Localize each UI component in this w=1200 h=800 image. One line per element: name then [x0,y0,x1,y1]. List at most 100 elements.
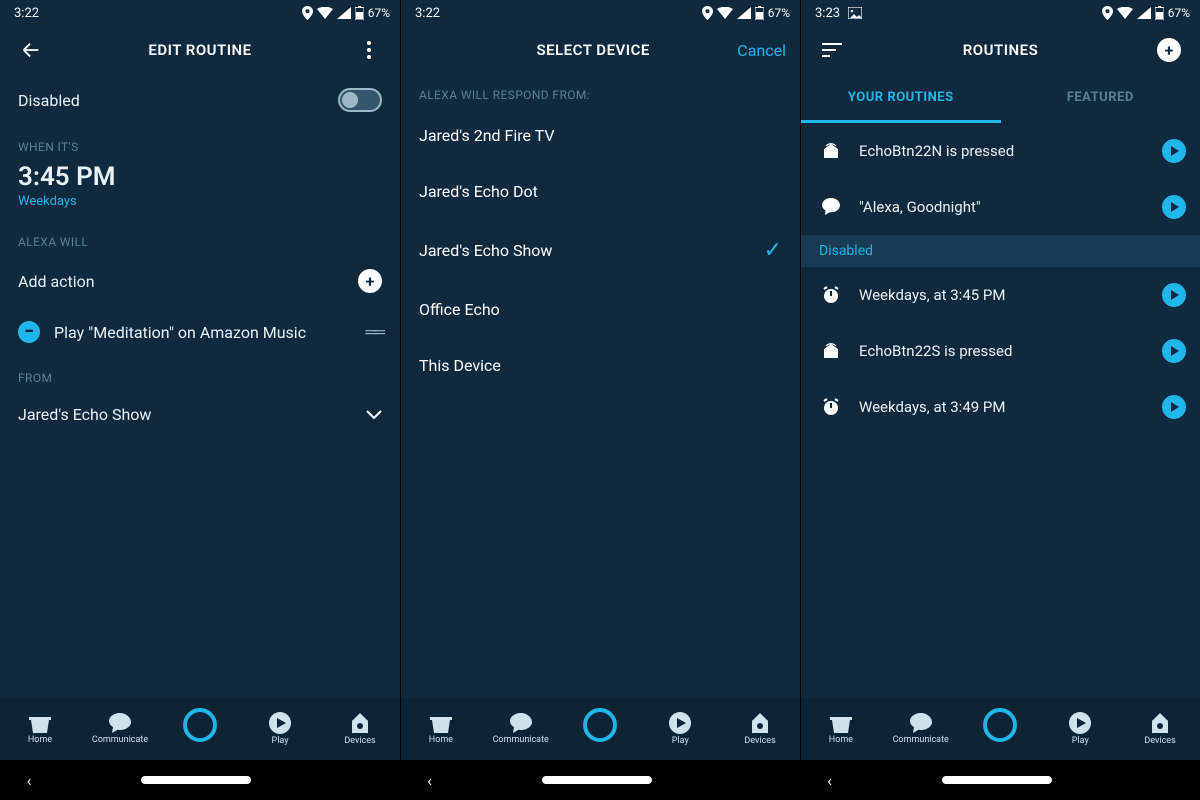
system-back-button[interactable]: ‹ [27,771,32,790]
app-bottom-nav: Home Communicate Play Devices [401,698,800,760]
cancel-button[interactable]: Cancel [737,41,786,60]
system-back-button[interactable]: ‹ [827,771,832,790]
nav-devices[interactable]: Devices [1120,698,1200,760]
alexa-icon [583,708,617,742]
device-row[interactable]: Jared's Echo Show✓ [401,220,800,282]
routine-label: Weekdays, at 3:45 PM [859,286,1146,304]
routine-row[interactable]: EchoBtn22S is pressed [801,323,1200,379]
android-nav-bar: ‹ [801,760,1200,800]
nav-home[interactable]: Home [0,698,80,760]
nav-play[interactable]: Play [1040,698,1120,760]
system-back-button[interactable]: ‹ [427,771,432,790]
communicate-icon [910,713,932,733]
tab-your-routines[interactable]: YOUR ROUTINES [801,74,1001,120]
location-icon [302,6,313,20]
nav-home[interactable]: Home [801,698,881,760]
add-action-label: Add action [18,272,95,291]
when-days: Weekdays [0,192,400,221]
routines-tabs: YOUR ROUTINES FEATURED [801,74,1200,120]
routine-row[interactable]: Weekdays, at 3:49 PM [801,379,1200,435]
wifi-icon [317,7,333,19]
play-routine-button[interactable] [1162,339,1186,363]
wifi-icon [1117,7,1133,19]
disabled-row: Disabled [0,74,400,126]
status-time: 3:22 [415,6,440,21]
battery-percent: 67% [1168,6,1190,20]
routine-row[interactable]: Weekdays, at 3:45 PM [801,267,1200,323]
play-nav-icon [669,712,691,734]
battery-percent: 67% [368,6,390,20]
action-row[interactable]: − Play "Meditation" on Amazon Music ══ [0,307,400,357]
nav-alexa[interactable] [160,698,240,760]
tab-featured[interactable]: FEATURED [1001,74,1200,120]
device-name: Jared's Echo Dot [419,182,538,201]
device-row[interactable]: This Device [401,338,800,394]
disabled-label: Disabled [18,91,80,110]
nav-play[interactable]: Play [640,698,720,760]
play-routine-button[interactable] [1162,139,1186,163]
system-home-pill[interactable] [542,776,652,784]
when-time: 3:45 PM [18,162,116,192]
nav-alexa[interactable] [961,698,1041,760]
nav-communicate[interactable]: Communicate [80,698,160,760]
android-status-bar: 3:22 67% [401,0,800,26]
nav-communicate[interactable]: Communicate [881,698,961,760]
status-time: 3:22 [14,6,39,21]
system-home-pill[interactable] [141,776,251,784]
when-time-row[interactable]: 3:45 PM [0,160,400,192]
remove-icon[interactable]: − [18,321,40,343]
device-row[interactable]: Jared's Echo Dot [401,164,800,220]
nav-alexa[interactable] [561,698,641,760]
page-title: EDIT ROUTINE [48,41,352,59]
hamburger-button[interactable] [815,43,849,57]
device-name: This Device [419,356,501,375]
overflow-menu-button[interactable] [352,41,386,59]
routine-label: "Alexa, Goodnight" [859,198,1146,216]
add-routine-button[interactable]: + [1152,38,1186,62]
drag-handle-icon[interactable]: ══ [365,322,382,342]
enable-toggle[interactable] [338,88,382,112]
app-bottom-nav: Home Communicate Play Devices [801,698,1200,760]
nav-play[interactable]: Play [240,698,320,760]
play-routine-button[interactable] [1162,283,1186,307]
nav-communicate[interactable]: Communicate [481,698,561,760]
android-status-bar: 3:22 67% [0,0,400,26]
picture-notif-icon [848,7,862,19]
play-nav-icon [1069,712,1091,734]
plus-icon: + [1157,38,1181,62]
play-routine-button[interactable] [1162,195,1186,219]
routine-label: EchoBtn22N is pressed [859,142,1146,160]
from-device-row[interactable]: Jared's Echo Show [0,391,400,438]
screen-routines: 3:23 67% ROUTINES + YOUR ROUTINES FEATUR… [800,0,1200,800]
device-row[interactable]: Office Echo [401,282,800,338]
when-section-label: WHEN IT'S [0,126,400,160]
nav-home[interactable]: Home [401,698,481,760]
nav-devices[interactable]: Devices [720,698,800,760]
status-icons: 67% [302,6,390,20]
routine-row[interactable]: "Alexa, Goodnight" [801,179,1200,235]
battery-icon [355,6,364,20]
add-action-row[interactable]: Add action + [0,255,400,307]
play-routine-button[interactable] [1162,395,1186,419]
routine-label: EchoBtn22S is pressed [859,342,1146,360]
chevron-down-icon [366,410,382,420]
system-home-pill[interactable] [942,776,1052,784]
from-label: FROM [0,357,400,391]
screen-edit-routine: 3:22 67% EDIT ROUTINE Disabled WHEN IT'S… [0,0,400,800]
device-name: Jared's 2nd Fire TV [419,126,555,145]
device-row[interactable]: Jared's 2nd Fire TV [401,108,800,164]
back-button[interactable] [14,39,48,61]
content: Disabled WHEN IT'S 3:45 PM Weekdays ALEX… [0,74,400,698]
content: EchoBtn22N is pressed "Alexa, Goodnight"… [801,123,1200,698]
alexa-icon [183,708,217,742]
home-icon [29,713,51,733]
respond-from-label: ALEXA WILL RESPOND FROM: [401,74,800,108]
android-nav-bar: ‹ [0,760,400,800]
cell-signal-icon [1137,7,1151,19]
echo-button-icon [819,141,843,161]
location-icon [1102,6,1113,20]
content: ALEXA WILL RESPOND FROM: Jared's 2nd Fir… [401,74,800,698]
routine-row[interactable]: EchoBtn22N is pressed [801,123,1200,179]
nav-devices[interactable]: Devices [320,698,400,760]
play-nav-icon [269,712,291,734]
